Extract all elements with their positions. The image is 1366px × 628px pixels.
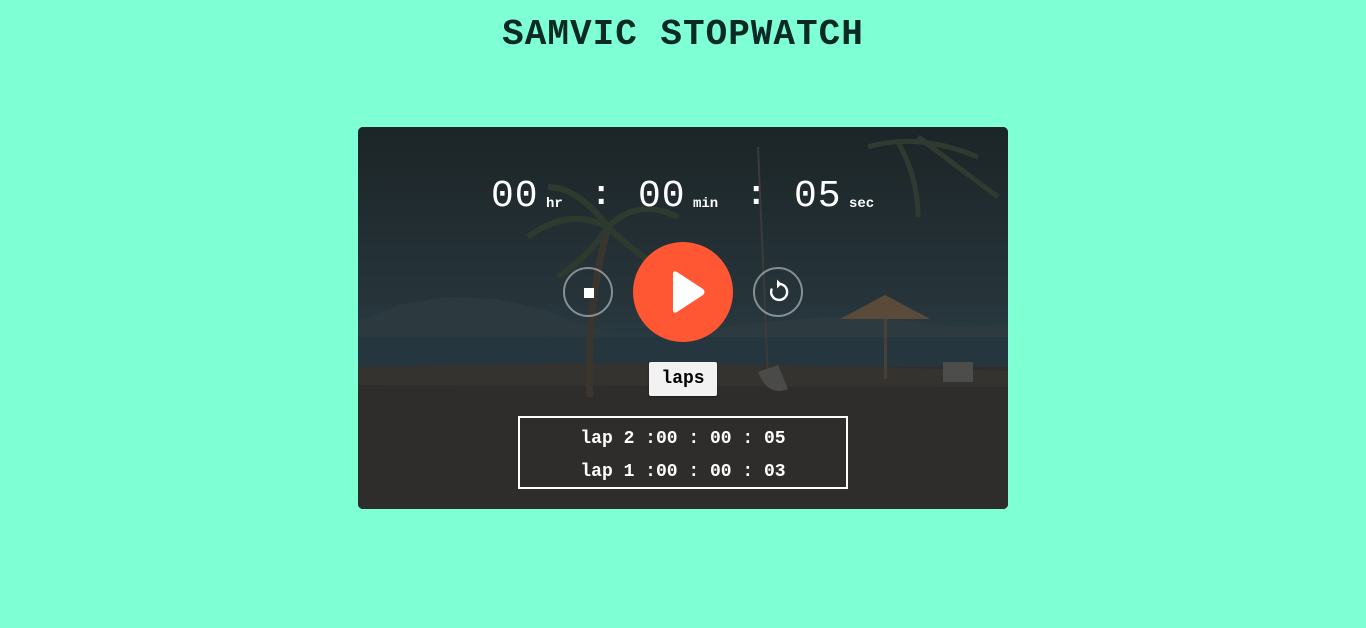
lap-item: lap 1 :00 : 00 : 03: [580, 462, 786, 482]
play-icon: [673, 271, 705, 313]
hours-unit-label: hr: [546, 196, 563, 212]
seconds-value: 05: [794, 175, 842, 218]
hours-value: 00: [491, 175, 539, 218]
seconds-unit-label: sec: [849, 196, 875, 212]
minutes-unit-label: min: [693, 196, 719, 212]
stopwatch-card: 00 hr : 00 min : 05 sec laps lap 2 :00 :…: [358, 127, 1008, 509]
timer-display: 00 hr : 00 min : 05 sec: [358, 175, 1008, 219]
play-button[interactable]: [633, 242, 733, 342]
reset-button[interactable]: [753, 267, 803, 317]
laps-button[interactable]: laps: [649, 362, 717, 396]
hours-minutes-separator: :: [591, 177, 612, 215]
laps-list: lap 2 :00 : 00 : 05 lap 1 :00 : 00 : 03: [518, 416, 848, 489]
stop-icon: [584, 288, 594, 298]
stop-button[interactable]: [563, 267, 613, 317]
page-title: SAMVIC STOPWATCH: [502, 14, 864, 55]
reset-icon: [769, 279, 789, 302]
lap-item: lap 2 :00 : 00 : 05: [580, 429, 786, 449]
minutes-value: 00: [638, 175, 686, 218]
minutes-seconds-separator: :: [746, 177, 767, 215]
